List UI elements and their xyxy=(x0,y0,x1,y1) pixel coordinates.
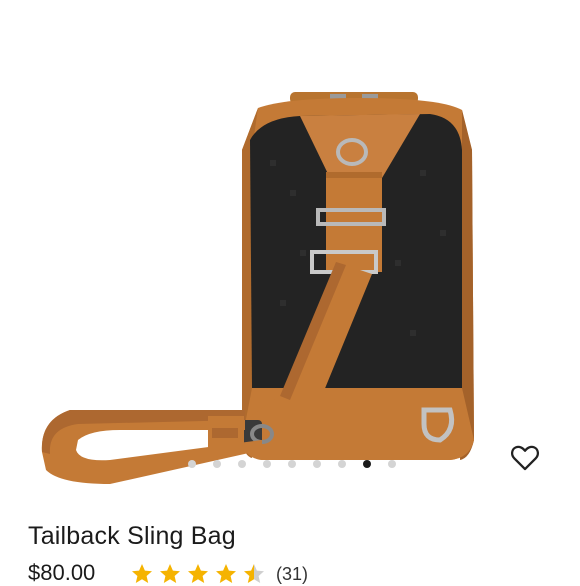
star-icon xyxy=(244,564,264,583)
carousel-dot[interactable] xyxy=(238,460,246,468)
product-image xyxy=(41,92,474,484)
product-title: Tailback Sling Bag xyxy=(28,522,236,550)
carousel-dot[interactable] xyxy=(213,460,221,468)
carousel-dot[interactable] xyxy=(263,460,271,468)
review-count[interactable]: (31) xyxy=(276,564,308,585)
star-icon xyxy=(160,564,180,583)
carousel-dot[interactable] xyxy=(338,460,346,468)
carousel-dot[interactable] xyxy=(313,460,321,468)
heart-outline-icon[interactable] xyxy=(508,440,542,474)
carousel-dot[interactable] xyxy=(388,460,396,468)
carousel-dot[interactable] xyxy=(363,460,371,468)
product-image-gallery[interactable] xyxy=(0,0,580,490)
star-icon xyxy=(188,564,208,583)
carousel-dots[interactable] xyxy=(188,460,396,468)
star-icon xyxy=(132,564,152,583)
product-price: $80.00 xyxy=(28,560,96,585)
star-icon xyxy=(216,564,236,583)
carousel-dot[interactable] xyxy=(288,460,296,468)
carousel-dot[interactable] xyxy=(188,460,196,468)
rating-summary[interactable]: (31) xyxy=(130,562,308,586)
